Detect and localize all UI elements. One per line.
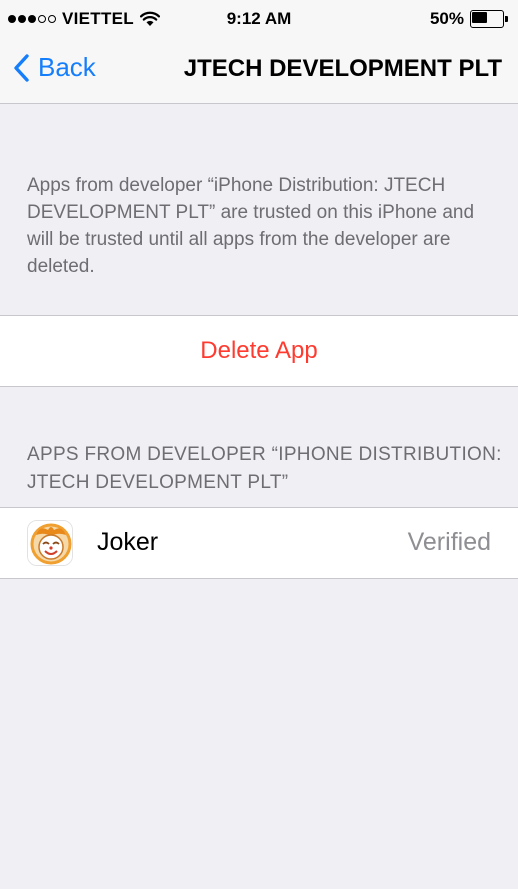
battery-fill — [472, 12, 487, 23]
app-verification-status: Verified — [407, 528, 491, 556]
battery-tip — [505, 16, 508, 22]
app-name: Joker — [97, 528, 159, 556]
delete-app-label: Delete App — [200, 337, 318, 364]
battery-icon — [470, 10, 508, 28]
navigation-bar: Back JTECH DEVELOPMENT PLT — [0, 40, 518, 104]
back-button[interactable]: Back — [12, 52, 96, 83]
joker-app-icon — [27, 520, 73, 566]
status-right: 50% — [430, 9, 508, 29]
trust-description: Apps from developer “iPhone Distribution… — [27, 175, 475, 277]
status-bar: VIETTEL 9:12 AM 50% — [0, 0, 518, 40]
list-item[interactable]: Joker Verified — [0, 507, 518, 579]
apps-section-header: APPS FROM DEVELOPER “IPHONE DISTRIBUTION… — [27, 444, 502, 493]
back-label: Back — [38, 52, 96, 82]
page-title: JTECH DEVELOPMENT PLT — [183, 55, 502, 82]
chevron-left-icon — [14, 53, 29, 82]
delete-app-button[interactable]: Delete App — [0, 315, 518, 387]
battery-percent: 50% — [429, 9, 464, 28]
